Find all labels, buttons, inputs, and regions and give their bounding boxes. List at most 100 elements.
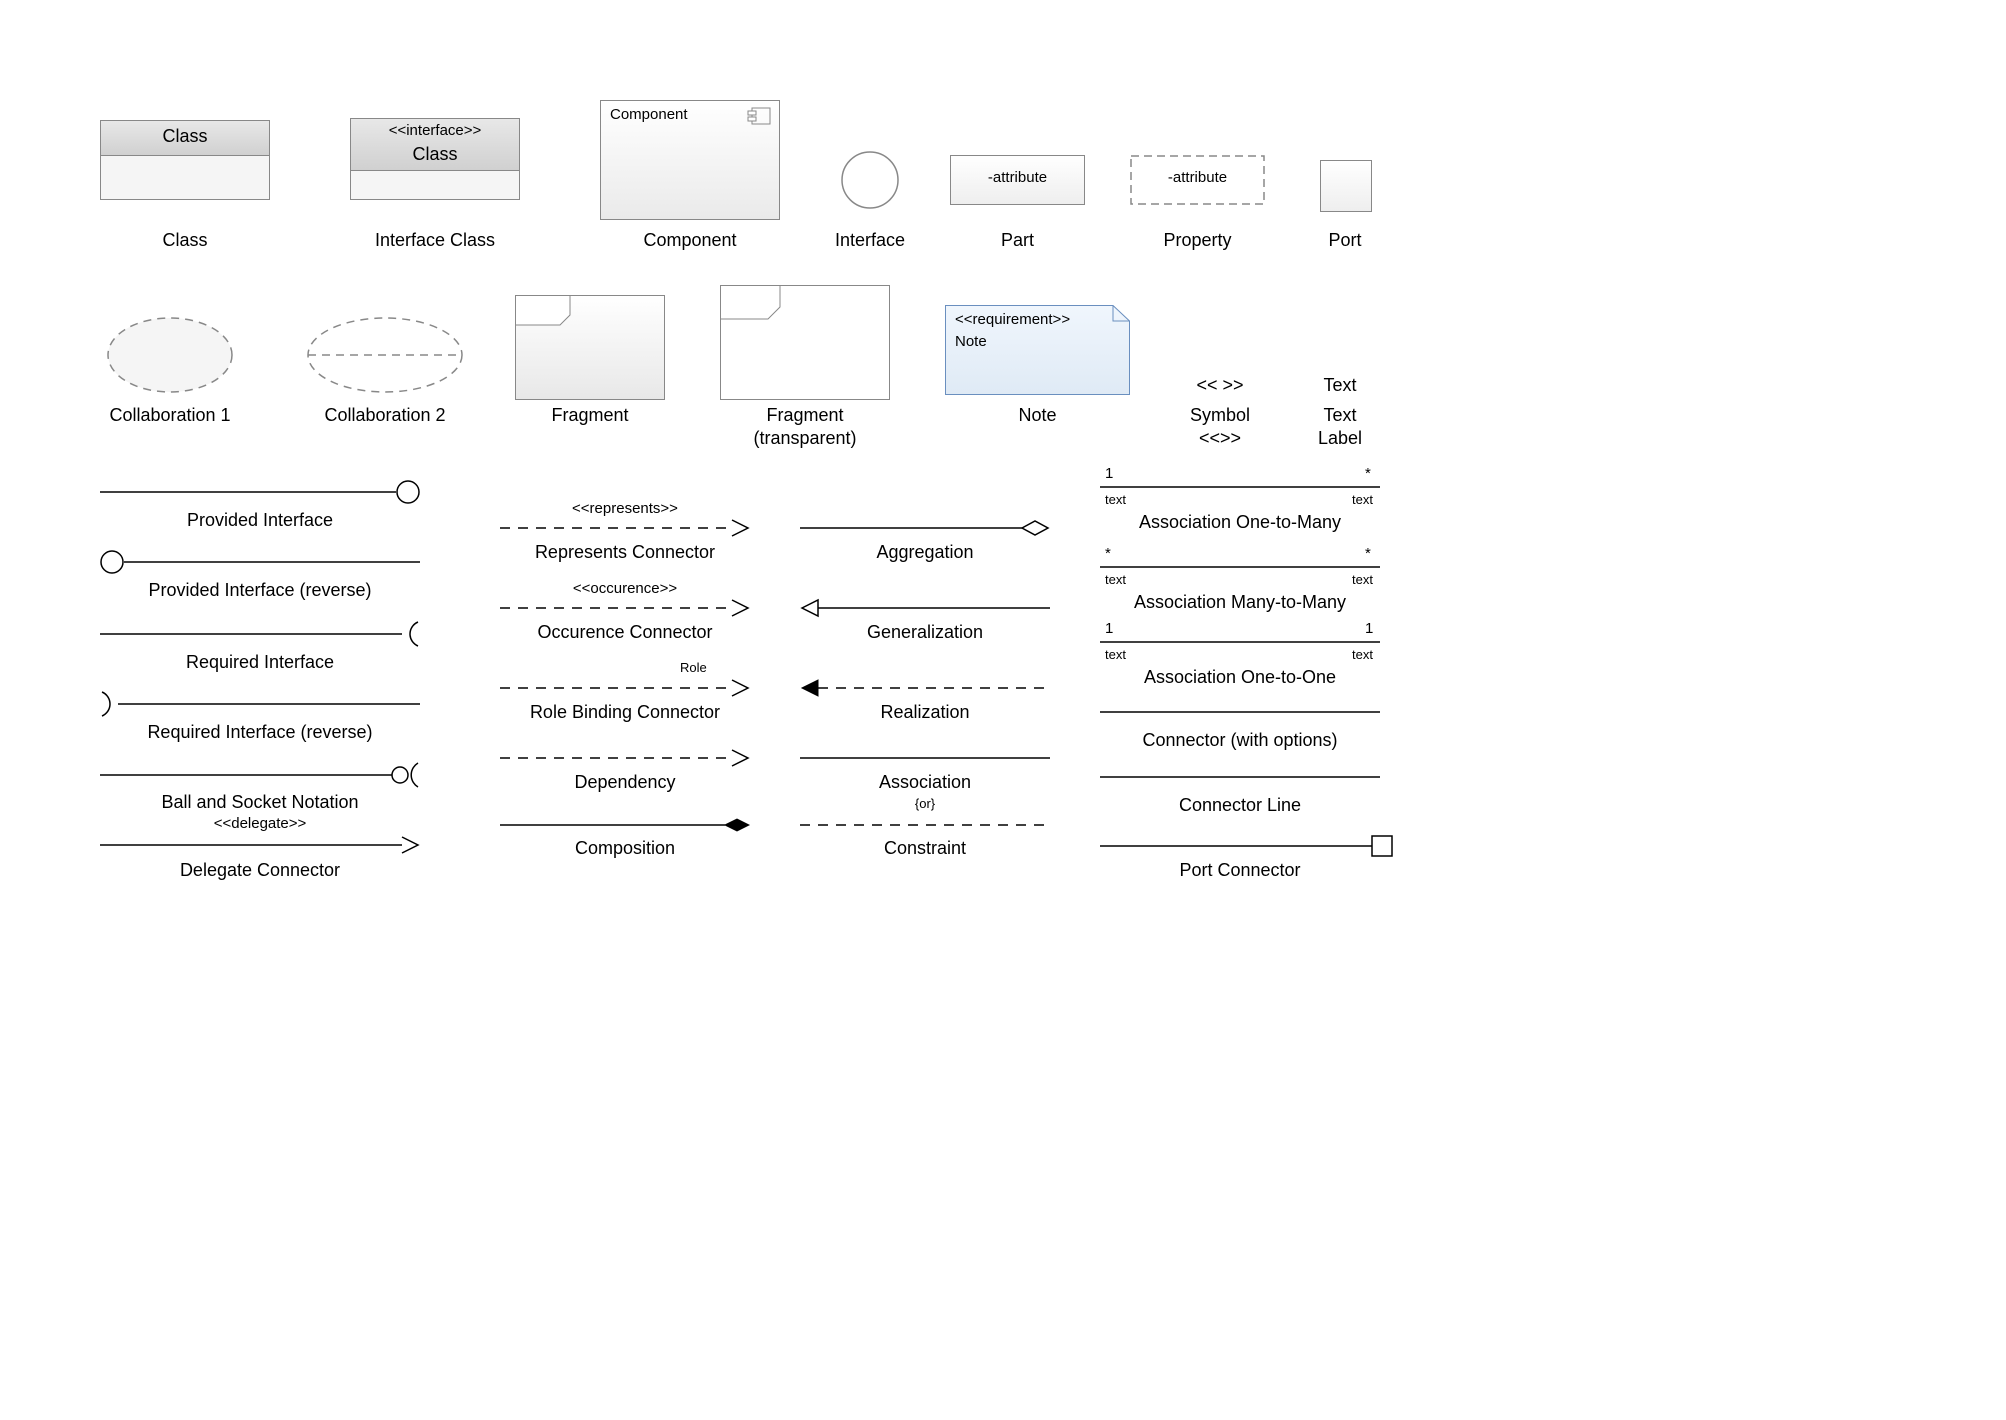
realization-caption: Realization (800, 702, 1050, 723)
aggregation (800, 518, 1050, 538)
fragment-shape (515, 295, 665, 400)
amm-left: * (1105, 545, 1111, 562)
aggregation-caption: Aggregation (800, 542, 1050, 563)
interface-class-shape: <<interface>> Class (350, 118, 520, 200)
class-caption: Class (100, 230, 270, 251)
generalization (800, 598, 1050, 618)
port-connector (1100, 835, 1395, 857)
assoc-1-to-many (1100, 485, 1380, 489)
dependency (500, 748, 750, 768)
required-interface-caption: Required Interface (100, 652, 420, 673)
diagram-canvas: Class Class <<interface>> Class Interfac… (40, 40, 1960, 1380)
realization (800, 678, 1050, 698)
collaboration2-shape (305, 315, 465, 395)
a11-lt: text (1105, 647, 1126, 662)
fragment-transparent-caption2: (transparent) (720, 428, 890, 449)
a1m-right: * (1365, 465, 1371, 482)
constraint-caption: Constraint (800, 838, 1050, 859)
interface-class-caption: Interface Class (350, 230, 520, 251)
ball-socket (100, 760, 420, 790)
interface-caption: Interface (810, 230, 930, 251)
a1m-rt: text (1352, 492, 1373, 507)
collaboration1-shape (105, 315, 235, 395)
composition (500, 815, 750, 835)
note-text: Note (955, 333, 987, 350)
component-shape: Component (600, 100, 780, 220)
collab2-caption: Collaboration 2 (305, 405, 465, 426)
delegate-connector (100, 835, 420, 855)
role-binding-connector (500, 678, 750, 698)
amm-caption: Association Many-to-Many (1100, 592, 1380, 613)
class-title: Class (100, 126, 270, 147)
a1m-lt: text (1105, 492, 1126, 507)
role-binding-caption: Role Binding Connector (500, 702, 750, 723)
required-interface (100, 620, 420, 648)
a11-rt: text (1352, 647, 1373, 662)
occurence-connector (500, 598, 750, 618)
constraint-text: {or} (800, 796, 1050, 811)
amm-right: * (1365, 545, 1371, 562)
property-shape: -attribute (1130, 155, 1265, 205)
occurence-stereotype: <<occurence>> (500, 580, 750, 597)
provided-interface-reverse-caption: Provided Interface (reverse) (100, 580, 420, 601)
occurence-caption: Occurence Connector (500, 622, 750, 643)
represents-caption: Represents Connector (500, 542, 750, 563)
represents-connector (500, 518, 750, 538)
a11-left: 1 (1105, 620, 1113, 637)
constraint (800, 815, 1050, 835)
association-caption: Association (800, 772, 1050, 793)
part-text: -attribute (950, 169, 1085, 186)
delegate-caption: Delegate Connector (100, 860, 420, 881)
association (800, 748, 1050, 768)
property-caption: Property (1130, 230, 1265, 251)
ball-socket-caption: Ball and Socket Notation (100, 792, 420, 813)
symbol-caption1: Symbol (1170, 405, 1270, 426)
generalization-caption: Generalization (800, 622, 1050, 643)
provided-interface (100, 480, 420, 504)
dependency-caption: Dependency (500, 772, 750, 793)
collab1-caption: Collaboration 1 (90, 405, 250, 426)
port-caption: Port (1300, 230, 1390, 251)
symbol-caption2: <<>> (1170, 428, 1270, 449)
fragment-transparent-caption1: Fragment (720, 405, 890, 426)
required-interface-reverse (100, 690, 420, 718)
connector-line (1100, 775, 1380, 779)
component-title: Component (610, 106, 688, 123)
role-text: Role (680, 660, 707, 675)
interface-title: Class (350, 144, 520, 165)
symbol-text: << >> (1170, 375, 1270, 396)
provided-interface-reverse (100, 550, 420, 574)
interface-shape (840, 150, 900, 210)
fragment-caption: Fragment (515, 405, 665, 426)
class-shape: Class (100, 120, 270, 200)
composition-caption: Composition (500, 838, 750, 859)
port-shape (1320, 160, 1372, 212)
textlabel-text: Text (1300, 375, 1380, 396)
provided-interface-caption: Provided Interface (100, 510, 420, 531)
fragment-transparent-shape (720, 285, 890, 400)
a11-caption: Association One-to-One (1100, 667, 1380, 688)
note-shape: <<requirement>> Note (945, 305, 1130, 395)
assoc-1-to-1 (1100, 640, 1380, 644)
note-caption: Note (945, 405, 1130, 426)
component-caption: Component (600, 230, 780, 251)
connector-options (1100, 710, 1380, 714)
delegate-stereotype: <<delegate>> (100, 815, 420, 832)
note-stereotype: <<requirement>> (955, 311, 1070, 328)
amm-lt: text (1105, 572, 1126, 587)
connector-options-caption: Connector (with options) (1100, 730, 1380, 751)
represents-stereotype: <<represents>> (500, 500, 750, 517)
textlabel-caption1: Text (1300, 405, 1380, 426)
a1m-left: 1 (1105, 465, 1113, 482)
port-connector-caption: Port Connector (1100, 860, 1380, 881)
interface-stereotype: <<interface>> (350, 122, 520, 139)
part-caption: Part (950, 230, 1085, 251)
amm-rt: text (1352, 572, 1373, 587)
connector-line-caption: Connector Line (1100, 795, 1380, 816)
required-interface-reverse-caption: Required Interface (reverse) (100, 722, 420, 743)
property-text: -attribute (1130, 169, 1265, 186)
part-shape: -attribute (950, 155, 1085, 205)
assoc-many-to-many (1100, 565, 1380, 569)
a1m-caption: Association One-to-Many (1100, 512, 1380, 533)
a11-right: 1 (1365, 620, 1373, 637)
